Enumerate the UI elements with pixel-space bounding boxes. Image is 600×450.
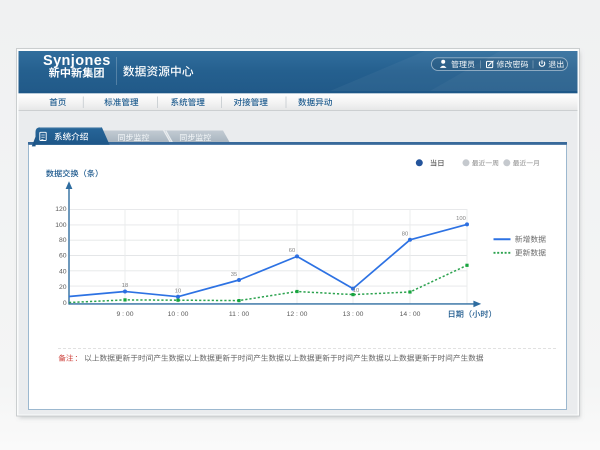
- svg-text:20: 20: [59, 284, 67, 291]
- svg-text:14 : 00: 14 : 00: [400, 311, 421, 318]
- svg-text:12 : 00: 12 : 00: [287, 311, 308, 318]
- svg-text:100: 100: [55, 222, 67, 229]
- svg-text:0: 0: [63, 300, 67, 307]
- svg-text:11 : 00: 11 : 00: [229, 311, 250, 318]
- svg-text:Synjones: Synjones: [43, 53, 111, 69]
- svg-text:80: 80: [59, 237, 67, 244]
- svg-text:13 : 00: 13 : 00: [343, 311, 364, 318]
- svg-text:10: 10: [353, 288, 359, 294]
- svg-text:40: 40: [59, 268, 67, 275]
- svg-text:60: 60: [59, 253, 67, 260]
- svg-text:120: 120: [55, 206, 67, 213]
- svg-text:60: 60: [289, 248, 295, 254]
- svg-text:10 : 00: 10 : 00: [168, 311, 189, 318]
- svg-text:35: 35: [231, 272, 237, 278]
- svg-text:10: 10: [175, 289, 181, 295]
- svg-text:9 : 00: 9 : 00: [116, 311, 133, 318]
- svg-text:100: 100: [456, 216, 466, 222]
- svg-text:18: 18: [122, 283, 128, 289]
- svg-text:80: 80: [402, 232, 408, 238]
